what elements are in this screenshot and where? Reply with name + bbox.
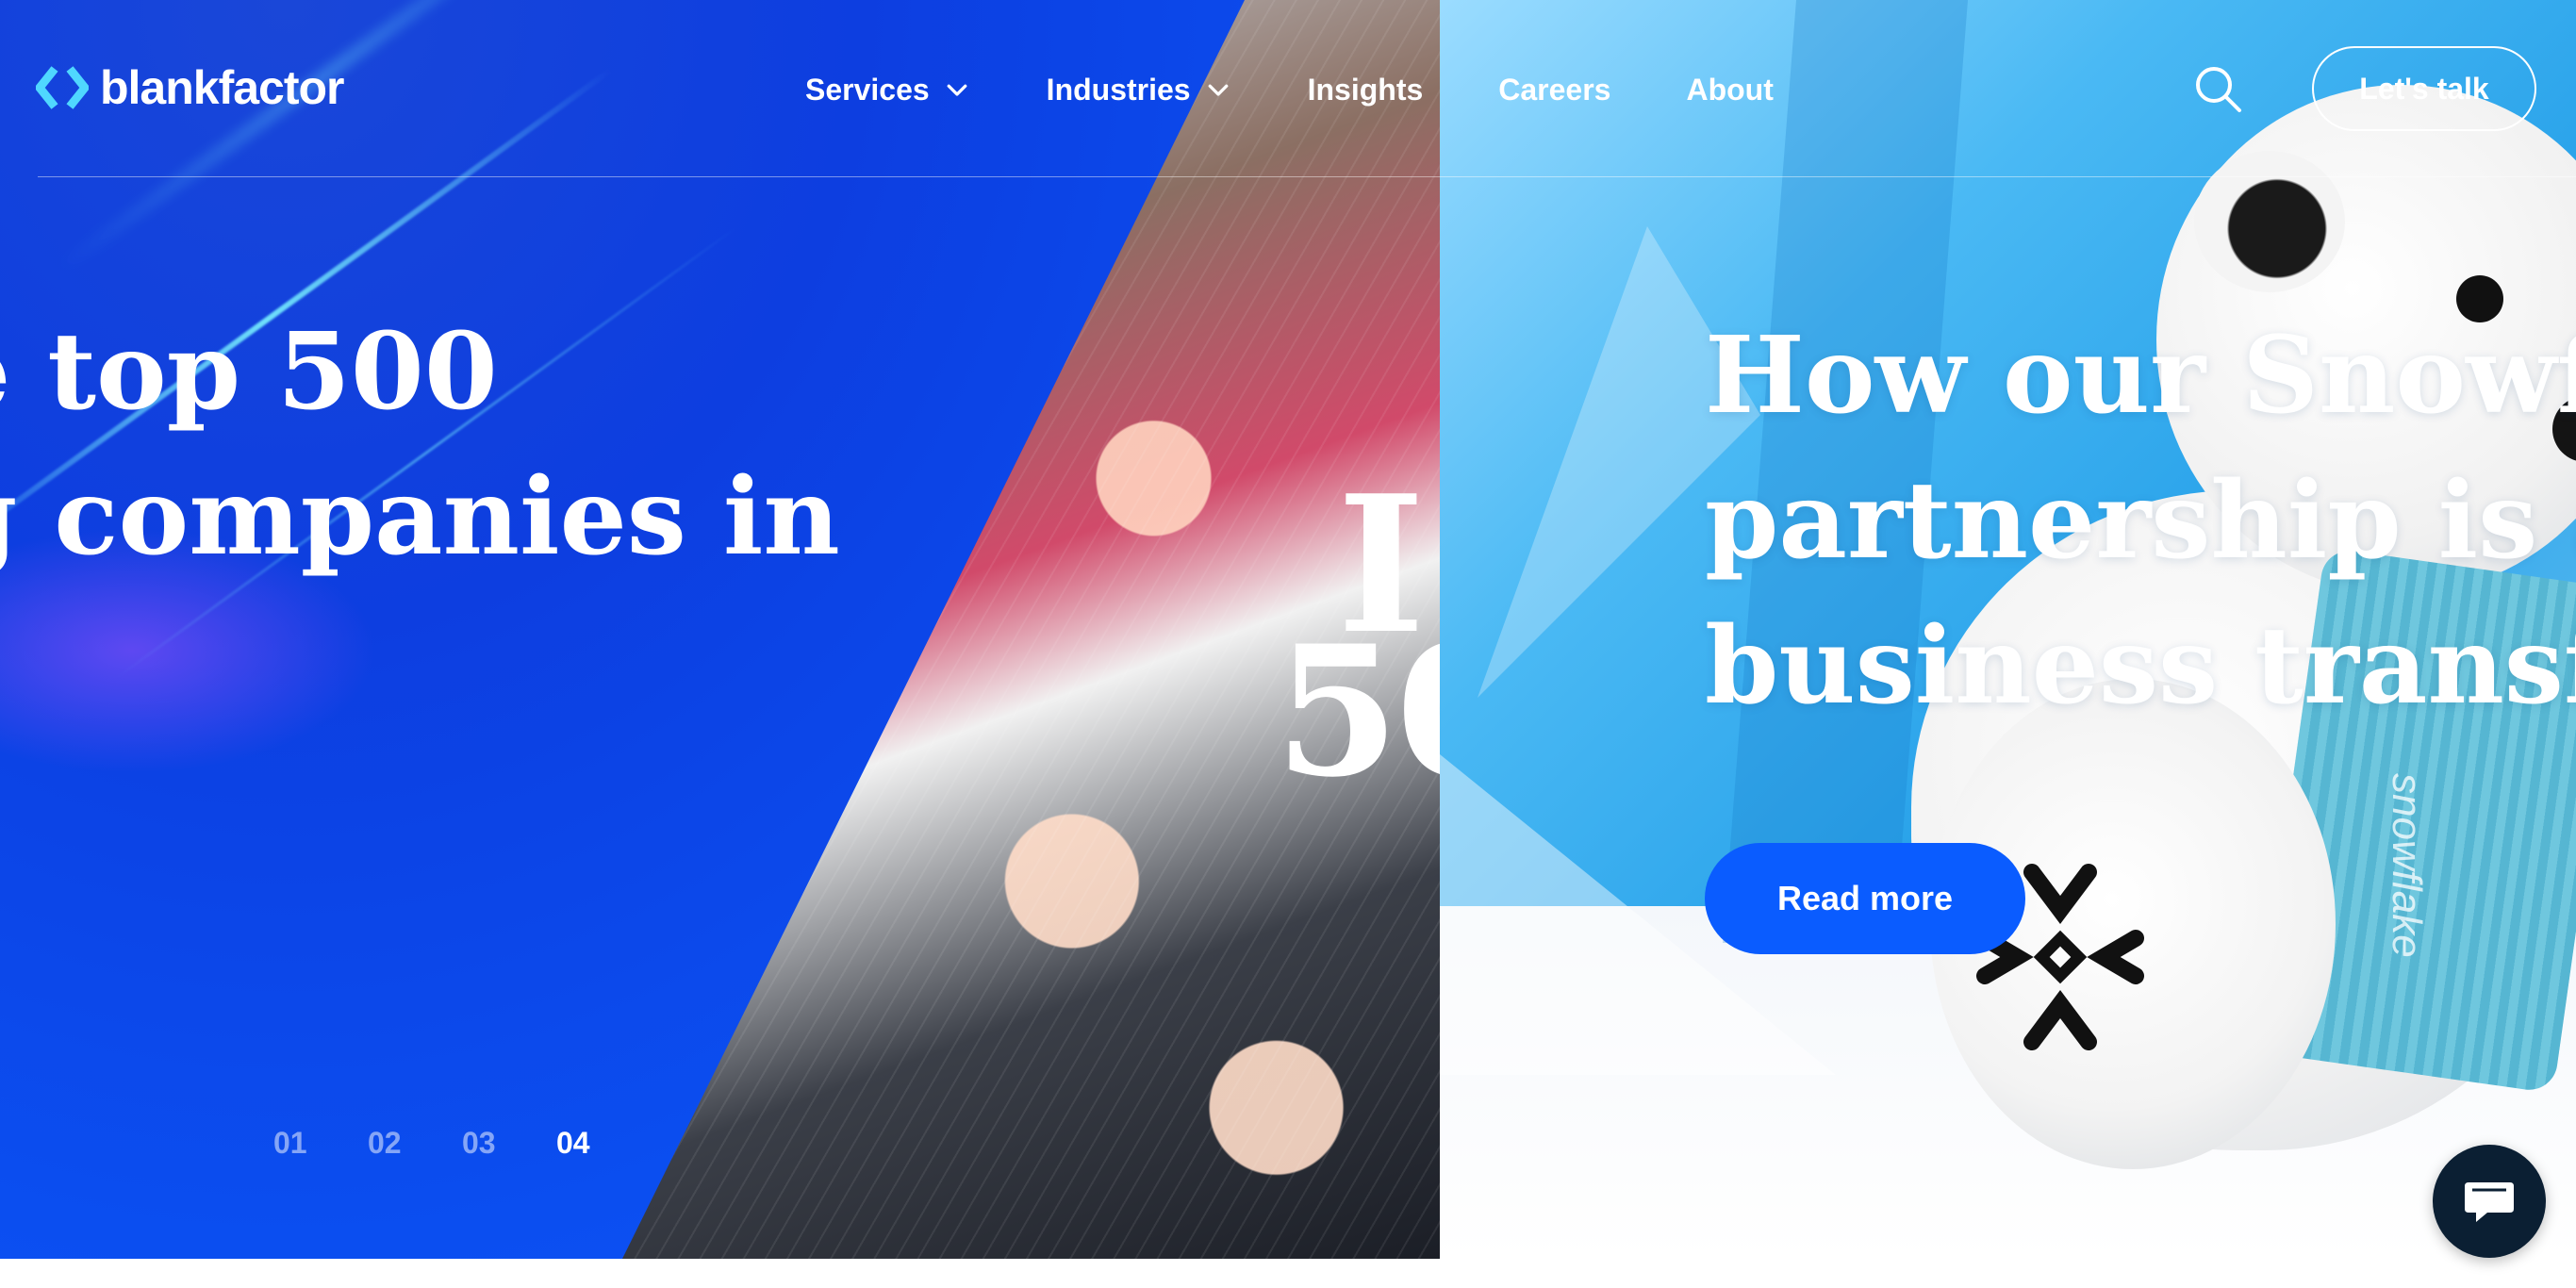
pager-item-02[interactable]: 02: [368, 1126, 462, 1161]
pager-item-03[interactable]: 03: [462, 1126, 556, 1161]
chevron-down-icon: [947, 84, 967, 96]
chat-widget-button[interactable]: [2433, 1145, 2546, 1258]
slide-headline: e top 500 g companies in: [0, 300, 886, 590]
pager-item-04[interactable]: 04: [556, 1126, 651, 1161]
nav-item-careers[interactable]: Careers: [1498, 66, 1610, 113]
nav-item-label: Careers: [1498, 72, 1611, 107]
award-badge-line2: 50: [1275, 606, 1440, 817]
slide-pager: 01 02 03 04: [273, 1126, 651, 1161]
slide-left: I 50 e top 500 g companies in 01 02 03 0…: [0, 0, 1440, 1259]
nav-item-services[interactable]: Services: [805, 66, 971, 113]
headline-line: business transfo: [1705, 604, 2576, 728]
headline-line: g companies in: [0, 455, 840, 579]
chevron-down-icon: [1208, 84, 1228, 96]
scarf-brand-text: snowflake: [2384, 773, 2430, 958]
search-icon[interactable]: [2191, 62, 2244, 115]
slide-headline: How our Snowfl partnership is a business…: [1705, 304, 2576, 739]
hero-carousel: I 50 e top 500 g companies in 01 02 03 0…: [0, 0, 2576, 1259]
nav-item-insights[interactable]: Insights: [1308, 66, 1424, 113]
nav-item-industries[interactable]: Industries: [1047, 66, 1232, 113]
pager-item-01[interactable]: 01: [273, 1126, 368, 1161]
main-nav: Services Industries Insights Careers Abo…: [805, 66, 1849, 113]
nav-item-label: Services: [805, 72, 930, 107]
header-divider: [38, 176, 2576, 177]
headline-line: How our Snowfl: [1705, 314, 2576, 438]
nav-item-label: Insights: [1307, 72, 1424, 107]
nav-item-label: About: [1686, 72, 1774, 107]
nav-item-label: Industries: [1046, 72, 1191, 107]
nav-item-about[interactable]: About: [1686, 66, 1773, 113]
headline-line: e top 500: [0, 310, 498, 434]
lets-talk-button[interactable]: Let's talk: [2312, 46, 2536, 131]
site-header: blankfactor Services Industries Insights…: [0, 0, 2576, 179]
read-more-button[interactable]: Read more: [1705, 843, 2025, 954]
chat-bubble-icon: [2465, 1182, 2514, 1222]
chevrons-logo-icon: [36, 66, 89, 109]
headline-line: partnership is a: [1705, 459, 2576, 583]
brand-name: blankfactor: [100, 61, 345, 114]
brand-logo[interactable]: blankfactor: [36, 60, 345, 115]
